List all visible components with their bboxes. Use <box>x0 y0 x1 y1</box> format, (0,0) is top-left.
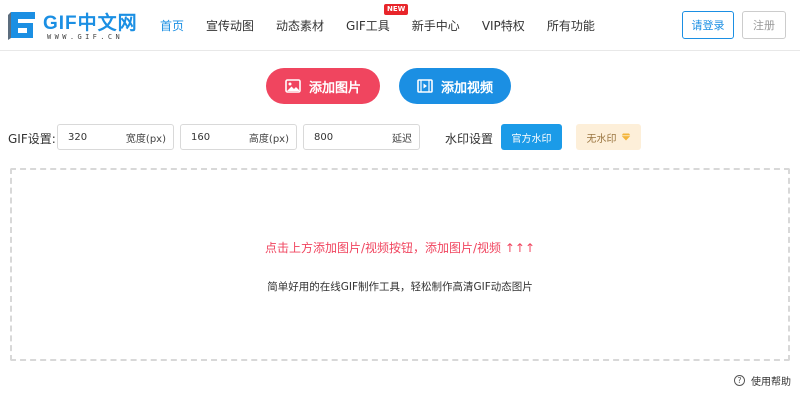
main-nav: 首页 宣传动图 动态素材 GIF工具 NEW 新手中心 VIP特权 所有功能 <box>160 0 617 50</box>
width-field[interactable]: 320 宽度(px) <box>57 124 174 150</box>
login-button[interactable]: 请登录 <box>682 11 734 39</box>
add-video-label: 添加视频 <box>440 80 493 96</box>
video-icon <box>417 79 433 93</box>
height-field[interactable]: 160 高度(px) <box>180 124 297 150</box>
add-video-button[interactable]: 添加视频 <box>399 68 511 104</box>
nav-item-gif-tools[interactable]: GIF工具 NEW <box>346 3 409 34</box>
gif-settings-label: GIF设置: <box>8 132 56 146</box>
delay-unit-label: 延迟 <box>392 133 412 145</box>
nav-item-all-features[interactable]: 所有功能 <box>547 17 595 34</box>
image-icon <box>285 79 301 93</box>
register-button[interactable]: 注册 <box>742 11 786 39</box>
nav-item-promo-gif[interactable]: 宣传动图 <box>206 17 254 34</box>
logo-mark-icon <box>8 12 35 40</box>
nav-item-home[interactable]: 首页 <box>160 17 184 34</box>
no-watermark-label: 无水印 <box>586 133 617 145</box>
dropzone-description: 简单好用的在线GIF制作工具，轻松制作高清GIF动态图片 <box>267 281 533 293</box>
header: GIF中文网 WWW.GIF.CN 首页 宣传动图 动态素材 GIF工具 NEW… <box>0 0 800 51</box>
nav-item-vip[interactable]: VIP特权 <box>482 17 525 34</box>
diamond-icon <box>621 133 631 141</box>
add-image-label: 添加图片 <box>308 80 361 96</box>
height-unit-label: 高度(px) <box>248 133 289 145</box>
width-unit-label: 宽度(px) <box>125 133 166 145</box>
help-label: 使用帮助 <box>751 377 791 388</box>
help-link[interactable]: ? 使用帮助 <box>734 373 791 388</box>
logo-subtitle: WWW.GIF.CN <box>47 33 124 41</box>
nav-item-gif-tools-label: GIF工具 <box>346 18 390 33</box>
delay-value: 800 <box>314 131 334 143</box>
add-image-button[interactable]: 添加图片 <box>266 68 380 104</box>
watermark-settings-label: 水印设置 <box>445 132 494 146</box>
width-value: 320 <box>68 131 88 143</box>
new-badge: NEW <box>384 3 409 15</box>
no-watermark-button[interactable]: 无水印 <box>576 124 641 150</box>
official-watermark-button[interactable]: 官方水印 <box>501 124 562 150</box>
nav-item-beginner-center[interactable]: 新手中心 <box>412 17 460 34</box>
question-icon: ? <box>734 375 745 386</box>
upload-dropzone[interactable]: 点击上方添加图片/视频按钮，添加图片/视频 ↑↑↑ 简单好用的在线GIF制作工具… <box>10 168 790 361</box>
logo-title: GIF中文网 <box>43 13 138 34</box>
dropzone-hint: 点击上方添加图片/视频按钮，添加图片/视频 ↑↑↑ <box>264 241 536 255</box>
logo[interactable]: GIF中文网 WWW.GIF.CN <box>7 8 137 44</box>
nav-item-animated-assets[interactable]: 动态素材 <box>276 17 324 34</box>
height-value: 160 <box>191 131 211 143</box>
delay-field[interactable]: 800 延迟 <box>303 124 420 150</box>
